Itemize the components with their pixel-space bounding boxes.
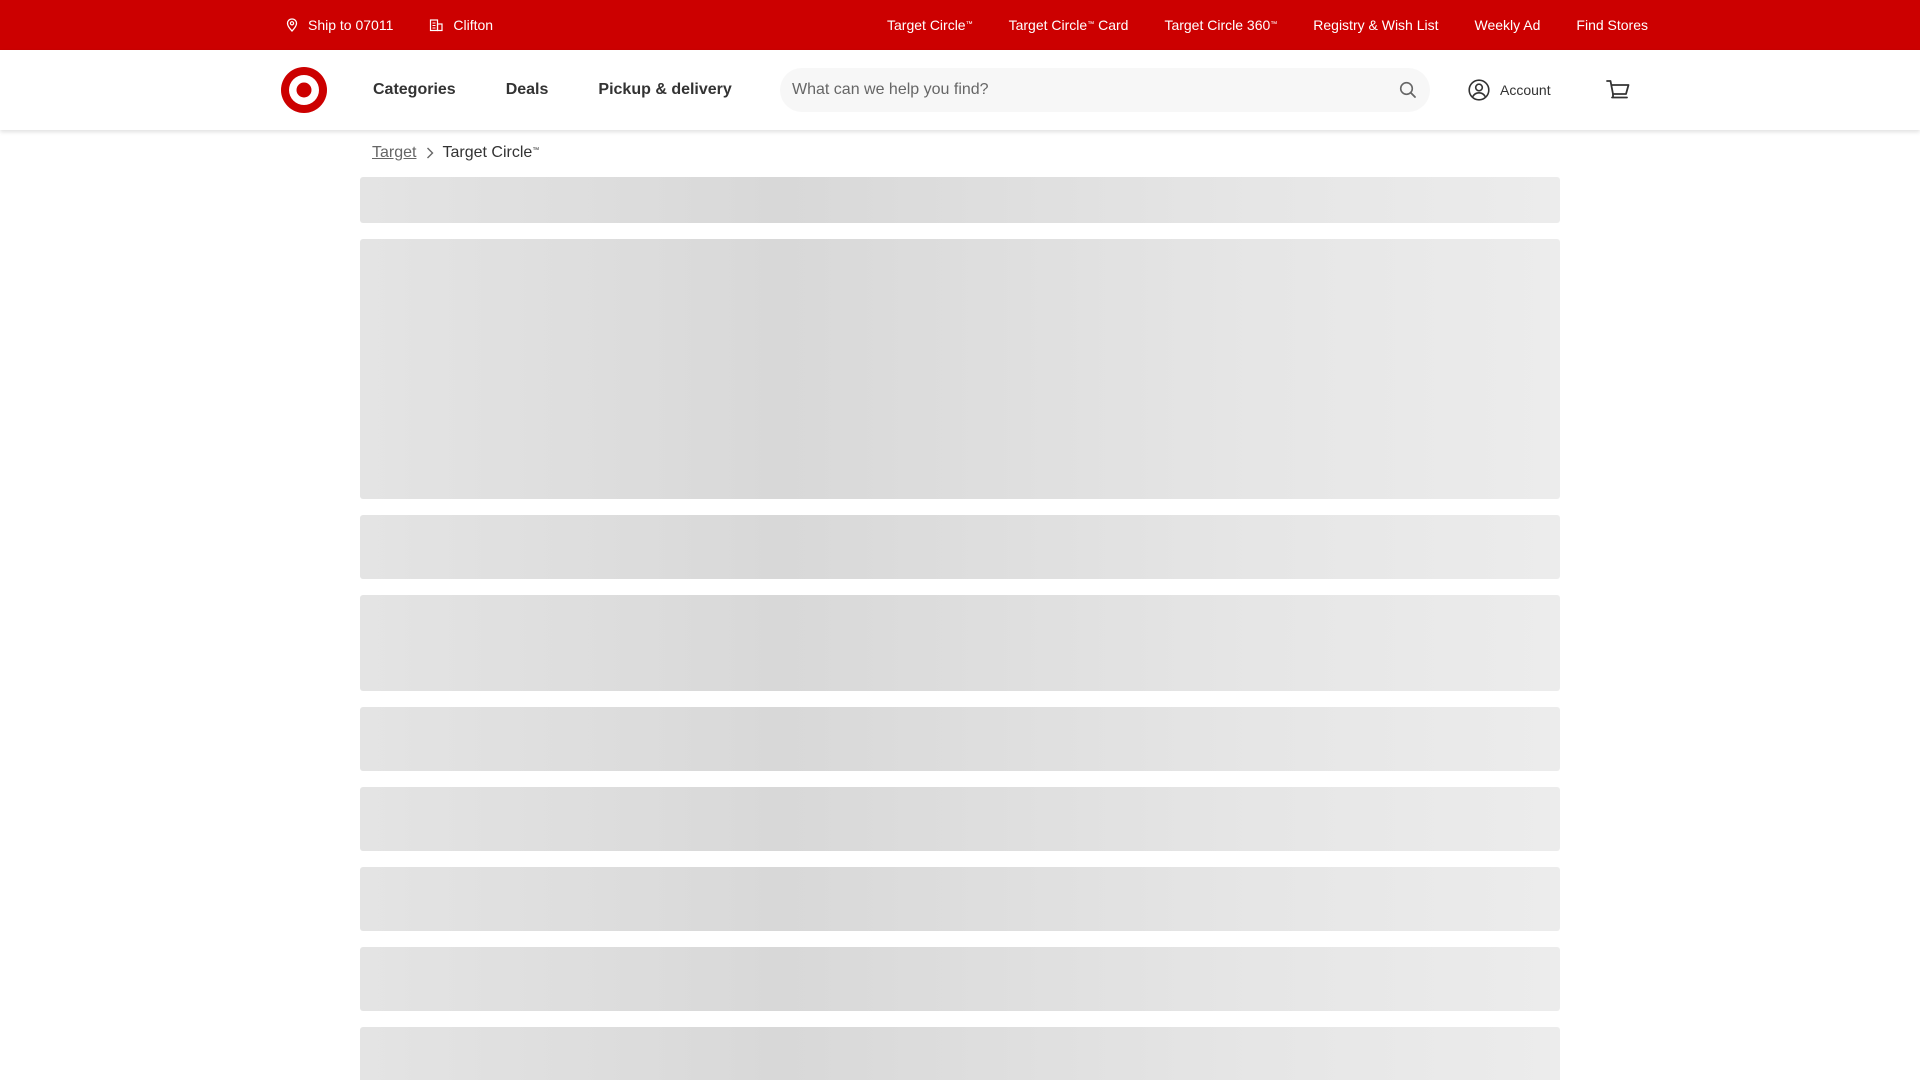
store-icon bbox=[430, 19, 443, 32]
account-label: Account bbox=[1500, 82, 1551, 98]
account-button[interactable]: Account bbox=[1468, 50, 1551, 130]
primary-nav: Categories Deals Pickup & delivery bbox=[373, 50, 782, 130]
target-logo-icon[interactable] bbox=[281, 67, 327, 113]
nav-pickup-delivery[interactable]: Pickup & delivery bbox=[598, 81, 731, 99]
utility-left-group: Ship to 07011 Clifton bbox=[286, 0, 529, 50]
target-circle-card-label: Target Circle bbox=[1008, 17, 1088, 33]
skeleton-placeholder bbox=[360, 787, 1560, 851]
ship-to-label: Ship to 07011 bbox=[308, 17, 394, 33]
skeleton-placeholder bbox=[360, 515, 1560, 579]
store-link[interactable]: Clifton bbox=[429, 17, 493, 33]
utility-links: Target Circle™ Target Circle™ Card Targe… bbox=[851, 0, 1648, 50]
target-circle-card-link[interactable]: Target Circle™ Card bbox=[1009, 17, 1129, 33]
main-header: Categories Deals Pickup & delivery Accou… bbox=[0, 50, 1920, 130]
find-stores-link[interactable]: Find Stores bbox=[1576, 17, 1648, 33]
skeleton-placeholder bbox=[360, 177, 1560, 223]
registry-link[interactable]: Registry & Wish List bbox=[1313, 17, 1438, 33]
search-input[interactable] bbox=[780, 68, 1386, 112]
skeleton-placeholder bbox=[360, 867, 1560, 931]
skeleton-placeholder bbox=[360, 707, 1560, 771]
card-suffix: Card bbox=[1094, 17, 1129, 33]
breadcrumb-current-label: Target Circle bbox=[442, 144, 533, 161]
utility-bar: Ship to 07011 Clifton Target Circle™ Tar… bbox=[0, 0, 1920, 50]
skeleton-placeholder bbox=[360, 595, 1560, 691]
search-icon[interactable] bbox=[1386, 68, 1430, 112]
nav-deals[interactable]: Deals bbox=[506, 81, 549, 99]
breadcrumb-target-link[interactable]: Target bbox=[372, 144, 416, 162]
target-circle-360-link[interactable]: Target Circle 360™ bbox=[1164, 17, 1277, 33]
breadcrumb-current: Target Circle™ bbox=[442, 144, 539, 162]
account-icon bbox=[1468, 79, 1490, 101]
skeleton-placeholder bbox=[360, 239, 1560, 499]
target-circle-link[interactable]: Target Circle™ bbox=[887, 17, 973, 33]
trademark-mark: ™ bbox=[965, 21, 973, 28]
skeleton-placeholder bbox=[360, 947, 1560, 1011]
ship-to-link[interactable]: Ship to 07011 bbox=[286, 17, 393, 33]
nav-categories[interactable]: Categories bbox=[373, 81, 456, 99]
cart-icon[interactable] bbox=[1604, 76, 1632, 104]
weekly-ad-link[interactable]: Weekly Ad bbox=[1475, 17, 1541, 33]
trademark-mark: ™ bbox=[532, 147, 540, 154]
location-pin-icon bbox=[286, 18, 298, 32]
chevron-right-icon bbox=[426, 147, 434, 159]
skeleton-placeholder bbox=[360, 1027, 1560, 1080]
store-label: Clifton bbox=[453, 17, 494, 33]
breadcrumb: Target Target Circle™ bbox=[372, 144, 539, 162]
trademark-mark: ™ bbox=[1270, 21, 1278, 28]
target-circle-360-label: Target Circle 360 bbox=[1164, 17, 1271, 33]
search-bar bbox=[780, 68, 1430, 112]
target-circle-label: Target Circle bbox=[887, 17, 966, 33]
